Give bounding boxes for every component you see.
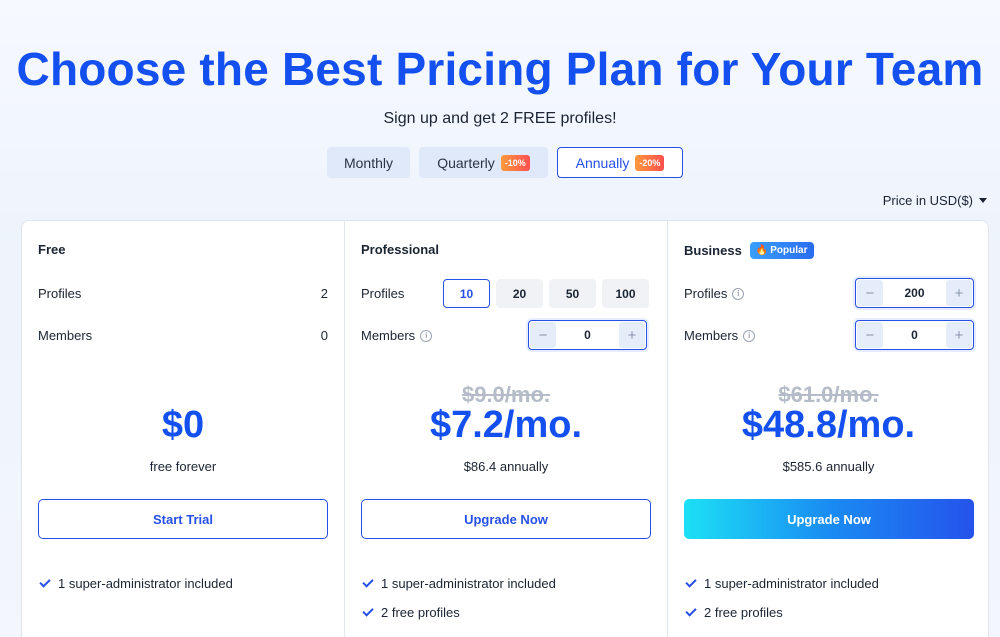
profile-options: 10 20 50 100 <box>443 279 649 308</box>
members-label: Members <box>38 328 92 343</box>
profile-option-10[interactable]: 10 <box>443 279 490 308</box>
check-icon <box>685 576 697 588</box>
profile-option-20[interactable]: 20 <box>496 279 543 308</box>
currency-label: Price in USD($) <box>882 193 973 208</box>
members-stepper: − 0 + <box>528 320 647 350</box>
feature-text: 2 free profiles <box>381 605 460 620</box>
page-title: Choose the Best Pricing Plan for Your Te… <box>16 43 984 95</box>
plan-card-professional: Professional Profiles 10 20 50 100 Membe… <box>344 221 667 637</box>
minus-icon[interactable]: − <box>530 322 556 348</box>
members-label-text: Members <box>684 328 739 343</box>
start-trial-button[interactable]: Start Trial <box>38 499 328 539</box>
feature-item: 2 free profiles <box>685 605 783 620</box>
plan-name-label: Professional <box>361 242 440 257</box>
upgrade-now-button[interactable]: Upgrade Now <box>684 499 974 539</box>
plus-icon[interactable]: + <box>619 322 645 348</box>
info-icon[interactable]: i <box>420 329 433 342</box>
billing-annually-button[interactable]: Annually -20% <box>557 147 683 178</box>
profiles-label: Profiles <box>361 286 404 301</box>
price: $48.8/mo. <box>741 404 916 446</box>
feature-item: 1 super-administrator included <box>362 576 556 591</box>
members-label-text: Members <box>38 328 93 343</box>
plan-name-label: Free <box>38 242 66 257</box>
price: $7.2/mo. <box>429 404 583 446</box>
billing-quarterly-label: Quarterly <box>437 154 495 171</box>
feature-text: 2 free profiles <box>704 605 783 620</box>
billing-quarterly-button[interactable]: Quarterly -10% <box>419 147 548 178</box>
profile-option-50[interactable]: 50 <box>549 279 596 308</box>
profiles-label: Profiles <box>38 286 81 301</box>
upgrade-now-button[interactable]: Upgrade Now <box>361 499 651 539</box>
info-icon[interactable]: i <box>732 287 745 300</box>
plan-card-business: Business 🔥 Popular Profiles i − 200 + Me… <box>667 221 989 637</box>
price-note: $585.6 annually <box>782 459 875 474</box>
plus-icon[interactable]: + <box>946 280 972 306</box>
page-subtitle: Sign up and get 2 FREE profiles! <box>383 110 617 127</box>
profiles-label-text: Profiles <box>684 286 728 301</box>
plan-name-professional: Professional <box>361 242 439 257</box>
quarterly-discount-badge: -10% <box>500 154 530 171</box>
popular-badge-label: Popular <box>770 245 808 256</box>
profiles-stepper-value[interactable]: 200 <box>884 286 945 300</box>
feature-text: 1 super-administrator included <box>704 576 879 591</box>
check-icon <box>39 576 51 588</box>
check-icon <box>362 576 374 588</box>
feature-text: 1 super-administrator included <box>58 576 233 591</box>
feature-item: 1 super-administrator included <box>685 576 879 591</box>
currency-select[interactable]: Price in USD($) <box>883 193 987 208</box>
plan-name-label: Business <box>684 243 742 258</box>
minus-icon[interactable]: − <box>857 280 883 306</box>
check-icon <box>362 605 374 617</box>
price: $0 <box>161 404 205 446</box>
plan-card-free: Free Profiles 2 Members 0 $0 free foreve… <box>22 221 344 637</box>
annually-discount-badge: -20% <box>635 154 665 171</box>
members-label: Members i <box>361 328 433 343</box>
plan-name-business: Business 🔥 Popular <box>684 242 814 259</box>
members-stepper-value[interactable]: 0 <box>884 328 945 342</box>
profiles-label: Profiles i <box>684 286 745 301</box>
plan-name-free: Free <box>38 242 65 257</box>
check-icon <box>685 605 697 617</box>
members-value: 0 <box>320 328 328 343</box>
members-stepper: − 0 + <box>855 320 974 350</box>
billing-annually-label: Annually <box>575 154 630 171</box>
popular-badge: 🔥 Popular <box>749 242 814 259</box>
profiles-label-text: Profiles <box>38 286 82 301</box>
feature-text: 1 super-administrator included <box>381 576 556 591</box>
members-label-text: Members <box>361 328 416 343</box>
members-label: Members i <box>684 328 756 343</box>
plus-icon[interactable]: + <box>946 322 972 348</box>
profiles-value: 2 <box>320 286 328 301</box>
price-note: free forever <box>149 459 217 474</box>
billing-monthly-label: Monthly <box>343 154 394 171</box>
billing-toggle: Monthly Quarterly -10% Annually -20% <box>0 147 1000 179</box>
minus-icon[interactable]: − <box>857 322 883 348</box>
pricing-cards: Free Profiles 2 Members 0 $0 free foreve… <box>21 220 989 637</box>
info-icon[interactable]: i <box>743 329 756 342</box>
profiles-stepper: − 200 + <box>855 278 974 308</box>
price-note: $86.4 annually <box>463 459 549 474</box>
caret-down-icon <box>979 198 987 203</box>
members-stepper-value[interactable]: 0 <box>557 328 618 342</box>
feature-item: 1 super-administrator included <box>39 576 233 591</box>
profile-option-100[interactable]: 100 <box>602 279 649 308</box>
billing-monthly-button[interactable]: Monthly <box>327 147 410 178</box>
flame-icon: 🔥 <box>755 245 769 256</box>
profiles-label-text: Profiles <box>361 286 405 301</box>
feature-item: 2 free profiles <box>362 605 460 620</box>
